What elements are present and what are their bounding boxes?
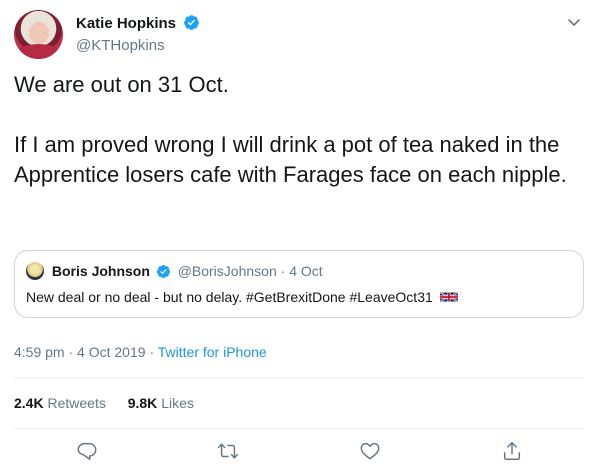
share-button[interactable] (501, 440, 523, 462)
retweet-icon (217, 443, 239, 459)
likes-stat[interactable]: 9.8K Likes (128, 395, 194, 411)
uk-flag-icon (439, 291, 458, 303)
quoted-tweet-text: New deal or no deal - but no delay. #Get… (26, 289, 433, 305)
quoted-separator: · (280, 263, 286, 279)
meta-separator: · (68, 344, 74, 360)
retweets-label: Retweets (47, 395, 106, 411)
tweet-actions (0, 440, 598, 466)
tweet-text: We are out on 31 Oct. If I am proved wro… (14, 70, 579, 190)
quoted-author-avatar (26, 262, 44, 280)
quoted-tweet-text-row: New deal or no deal - but no delay. #Get… (26, 289, 458, 305)
verified-badge-icon (156, 264, 170, 279)
tweet-source-link[interactable]: Twitter for iPhone (158, 344, 267, 360)
tweet-meta: 4:59 pm · 4 Oct 2019 · Twitter for iPhon… (14, 344, 267, 360)
tweet-stats: 2.4K Retweets 9.8K Likes (14, 395, 212, 411)
share-icon (503, 442, 521, 460)
tweet-header: Katie Hopkins @KTHopkins (14, 10, 586, 60)
heart-icon (360, 442, 380, 460)
likes-count: 9.8K (127, 395, 158, 411)
author-names: Katie Hopkins @KTHopkins (76, 14, 200, 54)
likes-label: Likes (161, 395, 194, 411)
retweet-button[interactable] (217, 440, 239, 462)
tweet-date[interactable]: 4 Oct 2019 (77, 344, 146, 360)
quoted-tweet[interactable]: Boris Johnson @BorisJohnson · 4 Oct New … (14, 250, 584, 318)
retweets-count: 2.4K (14, 395, 44, 411)
reply-button[interactable] (76, 440, 98, 462)
chevron-down-icon[interactable] (566, 14, 582, 30)
retweets-stat[interactable]: 2.4K Retweets (14, 395, 106, 411)
verified-badge-icon (184, 15, 200, 30)
author-avatar[interactable] (14, 10, 63, 59)
tweet-time[interactable]: 4:59 pm (14, 344, 65, 360)
quoted-author-handle: @BorisJohnson (177, 263, 277, 279)
divider (14, 377, 584, 378)
meta-separator: · (149, 344, 155, 360)
divider (14, 428, 584, 429)
quoted-date: 4 Oct (289, 263, 323, 279)
tweet-card: Katie Hopkins @KTHopkins We are out on 3… (0, 0, 598, 475)
tweet-paragraph-1: We are out on 31 Oct. (14, 72, 229, 97)
quoted-author-name: Boris Johnson (51, 263, 150, 279)
author-display-name[interactable]: Katie Hopkins (76, 15, 176, 32)
tweet-paragraph-2: If I am proved wrong I will drink a pot … (14, 132, 567, 187)
reply-icon (77, 442, 97, 460)
like-button[interactable] (359, 440, 381, 462)
quoted-tweet-header: Boris Johnson @BorisJohnson · 4 Oct (26, 262, 323, 280)
author-handle[interactable]: @KTHopkins (76, 37, 200, 54)
